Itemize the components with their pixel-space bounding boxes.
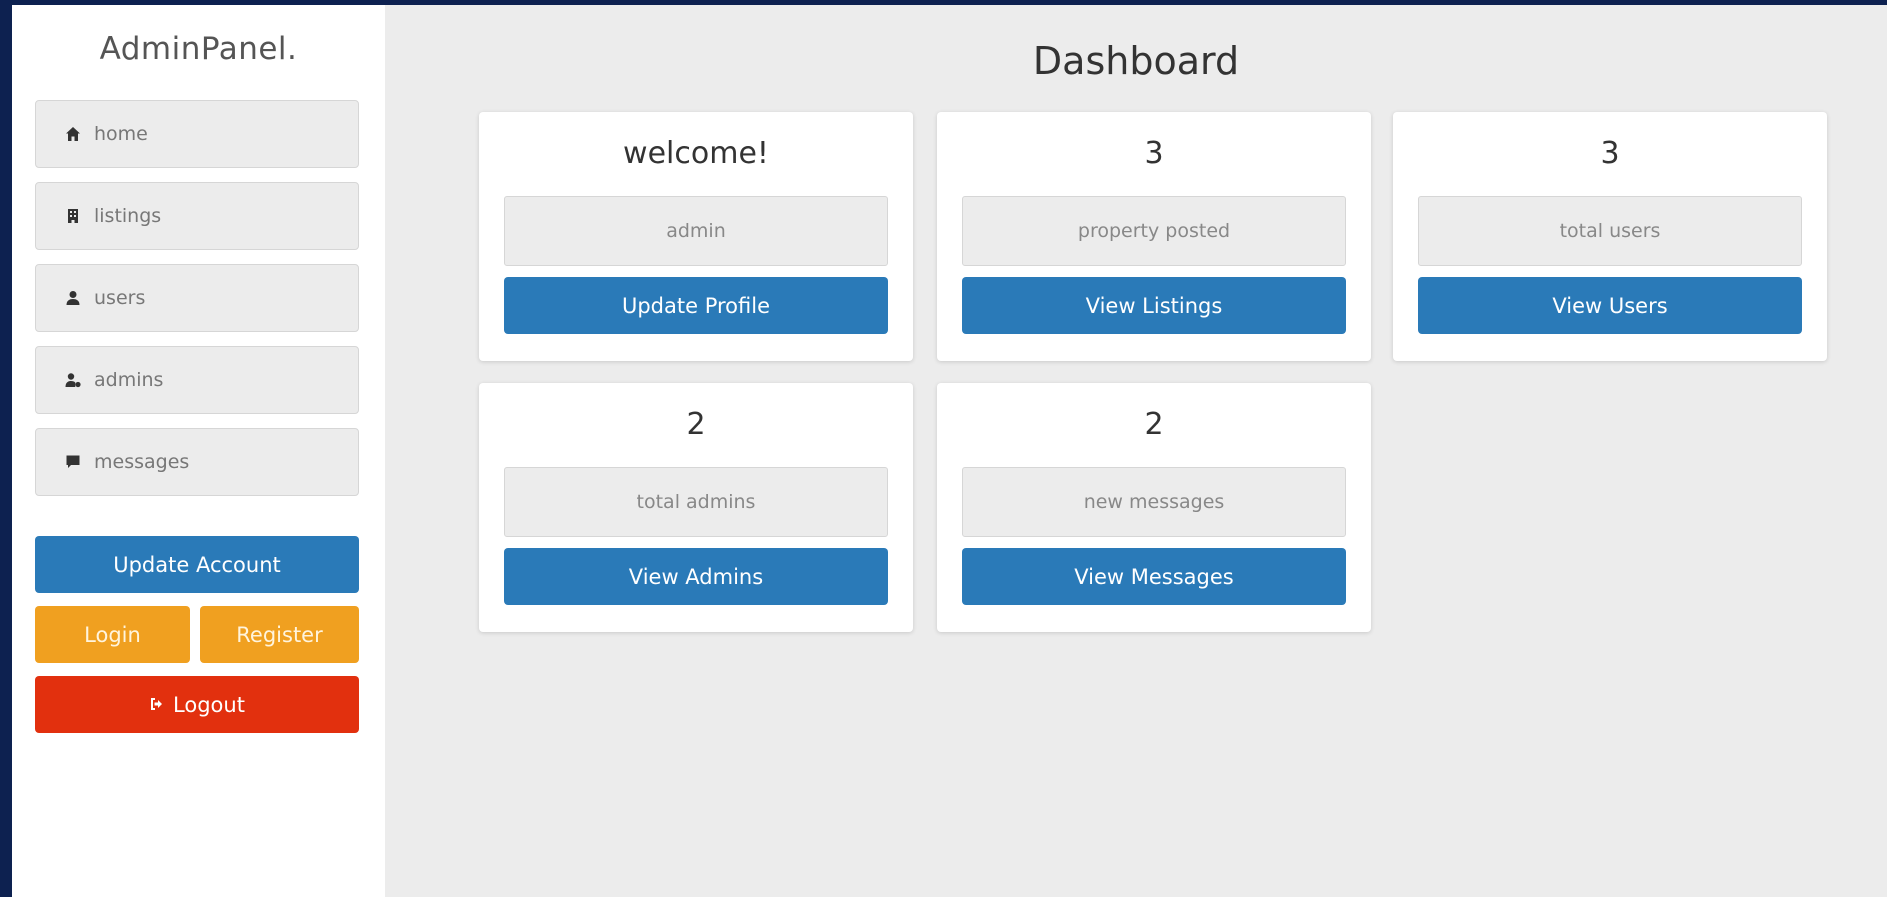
card-heading: 2 bbox=[686, 407, 706, 442]
view-listings-button[interactable]: View Listings bbox=[962, 277, 1346, 334]
logout-button[interactable]: Logout bbox=[35, 676, 359, 733]
sidebar-item-label: listings bbox=[94, 205, 162, 227]
view-users-button[interactable]: View Users bbox=[1418, 277, 1802, 334]
login-button[interactable]: Login bbox=[35, 606, 190, 663]
main-content: Dashboard welcome! admin Update Profile … bbox=[385, 5, 1887, 897]
sidebar-item-users[interactable]: users bbox=[35, 264, 359, 332]
app-frame: AdminPanel. home listings users admins m… bbox=[12, 5, 1887, 897]
view-admins-button[interactable]: View Admins bbox=[504, 548, 888, 605]
card-label: total admins bbox=[504, 467, 888, 537]
sidebar-item-label: home bbox=[94, 123, 148, 145]
card-users: 3 total users View Users bbox=[1393, 112, 1827, 361]
sidebar: AdminPanel. home listings users admins m… bbox=[12, 5, 385, 897]
register-button[interactable]: Register bbox=[200, 606, 359, 663]
card-heading: 3 bbox=[1600, 136, 1620, 171]
sign-out-icon bbox=[149, 693, 173, 717]
comment-icon bbox=[62, 451, 84, 473]
card-label: total users bbox=[1418, 196, 1802, 266]
update-profile-button[interactable]: Update Profile bbox=[504, 277, 888, 334]
user-icon bbox=[62, 287, 84, 309]
sidebar-item-listings[interactable]: listings bbox=[35, 182, 359, 250]
card-heading: welcome! bbox=[623, 136, 769, 171]
sidebar-item-label: users bbox=[94, 287, 146, 309]
sidebar-item-label: admins bbox=[94, 369, 164, 391]
logo: AdminPanel. bbox=[99, 31, 298, 67]
card-heading: 2 bbox=[1144, 407, 1164, 442]
home-icon bbox=[62, 123, 84, 145]
card-admins: 2 total admins View Admins bbox=[479, 383, 913, 632]
sidebar-item-home[interactable]: home bbox=[35, 100, 359, 168]
update-account-button[interactable]: Update Account bbox=[35, 536, 359, 593]
sidebar-item-label: messages bbox=[94, 451, 190, 473]
view-messages-button[interactable]: View Messages bbox=[962, 548, 1346, 605]
sidebar-item-messages[interactable]: messages bbox=[35, 428, 359, 496]
logout-label: Logout bbox=[173, 692, 245, 717]
card-label: new messages bbox=[962, 467, 1346, 537]
card-listings: 3 property posted View Listings bbox=[937, 112, 1371, 361]
card-label: property posted bbox=[962, 196, 1346, 266]
page-title: Dashboard bbox=[1032, 39, 1240, 83]
card-messages: 2 new messages View Messages bbox=[937, 383, 1371, 632]
card-welcome: welcome! admin Update Profile bbox=[479, 112, 913, 361]
user-gear-icon bbox=[62, 369, 84, 391]
sidebar-item-admins[interactable]: admins bbox=[35, 346, 359, 414]
card-label: admin bbox=[504, 196, 888, 266]
building-icon bbox=[62, 205, 84, 227]
card-heading: 3 bbox=[1144, 136, 1164, 171]
